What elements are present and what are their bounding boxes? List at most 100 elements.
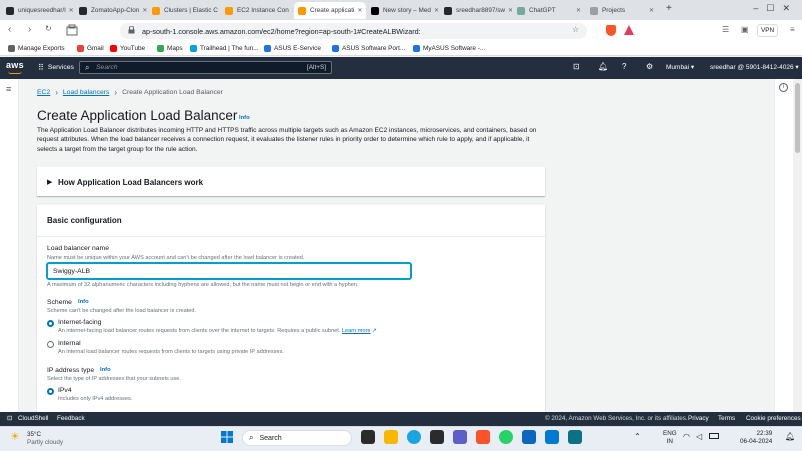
extension-puzzle-icon[interactable] (66, 24, 78, 36)
breadcrumb-load-balancers[interactable]: Load balancers (63, 89, 109, 96)
store-icon[interactable] (430, 430, 444, 444)
account-menu[interactable]: sreedhar @ 5901-8412-4026 ▾ (710, 63, 799, 71)
vscode-icon[interactable] (545, 430, 559, 444)
bookmark-star-icon[interactable]: ☆ (572, 25, 579, 34)
reload-icon[interactable]: ↻ (45, 24, 52, 33)
volume-icon[interactable]: ◁ (696, 432, 702, 441)
info-panel-icon[interactable]: i (779, 83, 788, 92)
terms-link[interactable]: Terms (718, 415, 735, 422)
weather-desc[interactable]: Partly cloudy (27, 439, 63, 446)
browser-tab[interactable]: sreedhar8897/sw ✕ (440, 2, 512, 19)
tab-close-icon[interactable]: ✕ (431, 7, 439, 14)
wifi-icon[interactable]: ◠ (683, 432, 690, 441)
clock[interactable]: 22:39 06-04-2024 (740, 430, 772, 446)
privacy-link[interactable]: Privacy (688, 415, 709, 422)
new-tab-button[interactable]: + (666, 3, 672, 14)
vpn-button[interactable]: VPN (757, 24, 779, 37)
ip-type-info-link[interactable]: Info (100, 367, 111, 373)
window-controls[interactable]: –☐✕ (753, 3, 798, 14)
notifications-icon[interactable]: 🔔︎ (598, 62, 608, 71)
tab-close-icon[interactable]: ✕ (289, 7, 293, 14)
browser-tab[interactable]: Create applicati ✕ (294, 2, 366, 19)
browser-tab[interactable]: ZomatoApp-Clon ✕ (75, 2, 147, 19)
internal-radio[interactable] (47, 341, 54, 348)
bookmark-item[interactable]: ASUS Software Port... (332, 45, 405, 52)
scrollbar-thumb[interactable] (795, 83, 800, 153)
tab-close-icon[interactable]: ✕ (573, 7, 581, 14)
bookmark-favicon-icon (190, 45, 197, 52)
how-it-works-title[interactable]: How Application Load Balancers work (58, 178, 203, 187)
breadcrumb-ec2[interactable]: EC2 (37, 89, 50, 96)
bookmark-item[interactable]: Trailhead | The fun... (190, 45, 259, 52)
cloudshell-link[interactable]: CloudShell (18, 415, 48, 422)
feedback-link[interactable]: Feedback (57, 415, 85, 422)
services-menu[interactable]: ⠿ Services (38, 63, 74, 72)
tab-label: ZomatoApp-Clon (91, 7, 140, 14)
tab-label: EC2 Instance Con (237, 7, 289, 14)
ipv4-radio[interactable] (47, 388, 54, 395)
help-icon[interactable]: ? (622, 62, 626, 71)
browser-tab[interactable]: New story – Med ✕ (367, 2, 439, 19)
lb-name-input[interactable] (47, 263, 411, 279)
notification-bell-icon[interactable]: 🔔︎ (785, 432, 795, 441)
weather-icon[interactable]: ☀ (10, 430, 20, 443)
cloudshell-icon[interactable]: ⊡ (573, 62, 580, 71)
brave-shield-icon[interactable] (606, 25, 616, 36)
browser-tab[interactable]: EC2 Instance Con✕ (221, 2, 293, 19)
browser-tab[interactable]: uniquesreedhar/l ✕ (2, 2, 74, 19)
app-icon[interactable] (568, 430, 582, 444)
taskbar-search[interactable]: ⌕ Search (242, 430, 352, 446)
ipv4-label[interactable]: IPv4 (58, 387, 72, 394)
tab-close-icon[interactable]: ✕ (66, 7, 74, 14)
bookmark-item[interactable]: Manage Exports (8, 45, 65, 52)
forward-icon[interactable]: › (28, 24, 31, 35)
caret-right-icon[interactable]: ▶ (47, 178, 52, 186)
language-indicator[interactable]: ENG IN (663, 430, 677, 446)
aws-logo[interactable]: aws (6, 60, 24, 70)
learn-more-link[interactable]: Learn more (342, 328, 371, 334)
wallet-icon[interactable]: ▣ (741, 25, 749, 34)
file-explorer-icon[interactable] (384, 430, 398, 444)
tab-close-icon[interactable]: ✕ (646, 7, 654, 14)
menu-list-icon[interactable]: ☰ (722, 25, 729, 34)
tray-chevron-icon[interactable]: ⌃ (634, 432, 641, 441)
page-info-link[interactable]: Info (239, 115, 250, 121)
cookie-preferences-link[interactable]: Cookie preferences (746, 415, 801, 422)
bookmark-item[interactable]: Gmail (77, 45, 104, 52)
hamburger-menu-icon[interactable]: ≡ (6, 84, 11, 94)
bookmark-item[interactable]: ASUS E-Service (264, 45, 321, 52)
brave-rewards-icon[interactable] (624, 25, 634, 35)
browser-tab[interactable]: Clusters | Elastic C✕ (148, 2, 220, 19)
windows-start-icon[interactable] (221, 431, 233, 443)
back-icon[interactable]: ‹ (8, 24, 11, 35)
brave-icon[interactable] (476, 430, 490, 444)
edge-icon[interactable] (407, 430, 421, 444)
internet-facing-radio[interactable] (47, 320, 54, 327)
page-title: Create Application Load Balancer (37, 108, 238, 123)
scheme-info-link[interactable]: Info (78, 299, 89, 305)
internet-facing-label[interactable]: Internet-facing (58, 319, 101, 326)
task-view-icon[interactable] (361, 430, 375, 444)
tab-close-icon[interactable]: ✕ (139, 7, 147, 14)
browser-tab[interactable]: Projects ✕ (586, 2, 658, 19)
internal-desc: An internal load balancer routes request… (58, 349, 284, 355)
bookmark-item[interactable]: MyASUS Software -... (413, 45, 485, 52)
linkedin-icon[interactable] (522, 430, 536, 444)
weather-temp[interactable]: 35°C (27, 431, 41, 438)
teams-icon[interactable] (453, 430, 467, 444)
bookmark-item[interactable]: YouTube (110, 45, 145, 52)
bookmark-item[interactable]: Maps (157, 45, 183, 52)
region-selector[interactable]: Mumbai ▾ (666, 63, 694, 71)
settings-icon[interactable]: ⚙ (646, 62, 653, 71)
tab-close-icon[interactable]: ✕ (505, 7, 512, 14)
tab-close-icon[interactable]: ✕ (354, 7, 362, 14)
internal-label[interactable]: Internal (58, 340, 81, 347)
tab-close-icon[interactable]: ✕ (218, 7, 220, 14)
cloudshell-footer-icon[interactable]: ⊡ (7, 415, 12, 422)
address-bar[interactable]: ap-south-1.console.aws.amazon.com/ec2/ho… (120, 23, 587, 39)
whatsapp-icon[interactable] (499, 430, 513, 444)
browser-tab[interactable]: ChatGPT ✕ (513, 2, 585, 19)
browser-menu-icon[interactable]: ≡ (790, 25, 795, 34)
aws-search-input[interactable]: ⌕ Search [Alt+S] (79, 61, 332, 74)
battery-icon[interactable] (709, 433, 719, 439)
